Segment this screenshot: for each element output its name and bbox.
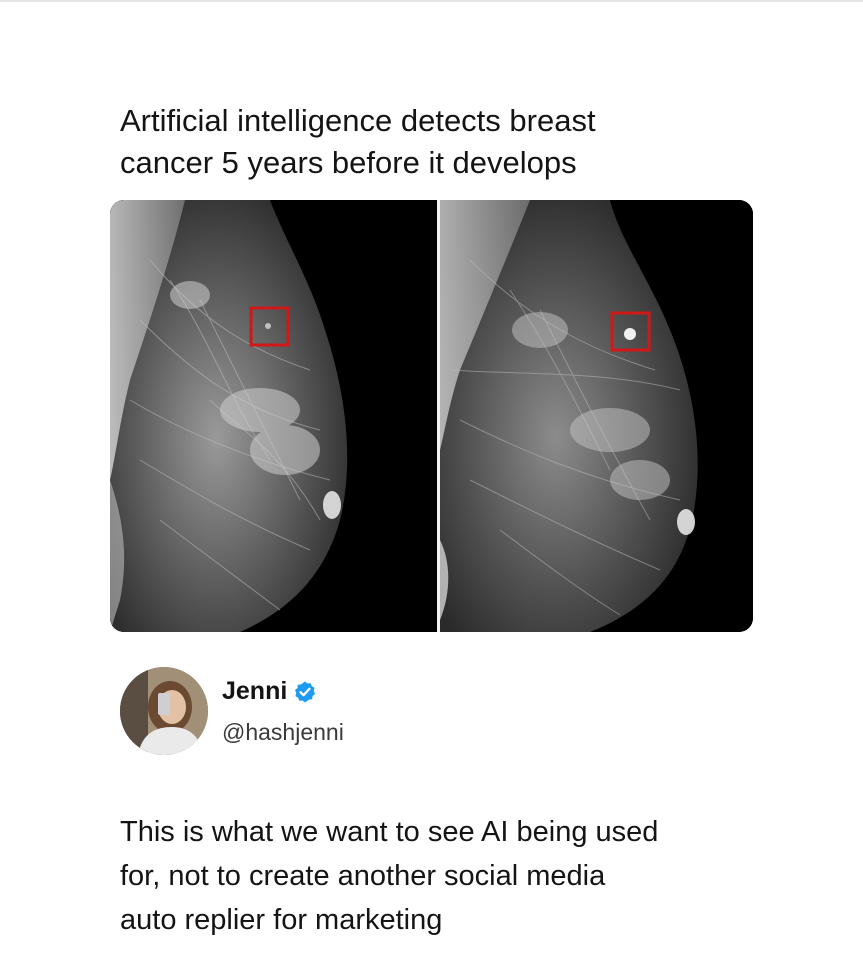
mammogram-comparison-image[interactable] <box>110 200 753 632</box>
author-profile[interactable]: Jenni @hashjenni <box>120 667 620 759</box>
user-handle[interactable]: @hashjenni <box>222 719 344 746</box>
display-name[interactable]: Jenni <box>222 677 317 706</box>
display-name-text: Jenni <box>222 677 288 705</box>
verified-badge-icon <box>293 680 317 704</box>
post-text-line-3: auto replier for marketing <box>120 904 443 936</box>
avatar[interactable] <box>120 667 208 755</box>
avatar-photo <box>120 667 208 755</box>
top-divider <box>0 0 863 2</box>
post-text-line-1: This is what we want to see AI being use… <box>120 816 659 848</box>
headline: Artificial intelligence detects breast c… <box>120 100 720 184</box>
headline-line-1: Artificial intelligence detects breast <box>120 103 596 138</box>
post-text: This is what we want to see AI being use… <box>120 810 760 942</box>
mammogram-svg <box>110 200 753 632</box>
post-text-line-2: for, not to create another social media <box>120 860 606 892</box>
headline-line-2: cancer 5 years before it develops <box>120 145 577 180</box>
